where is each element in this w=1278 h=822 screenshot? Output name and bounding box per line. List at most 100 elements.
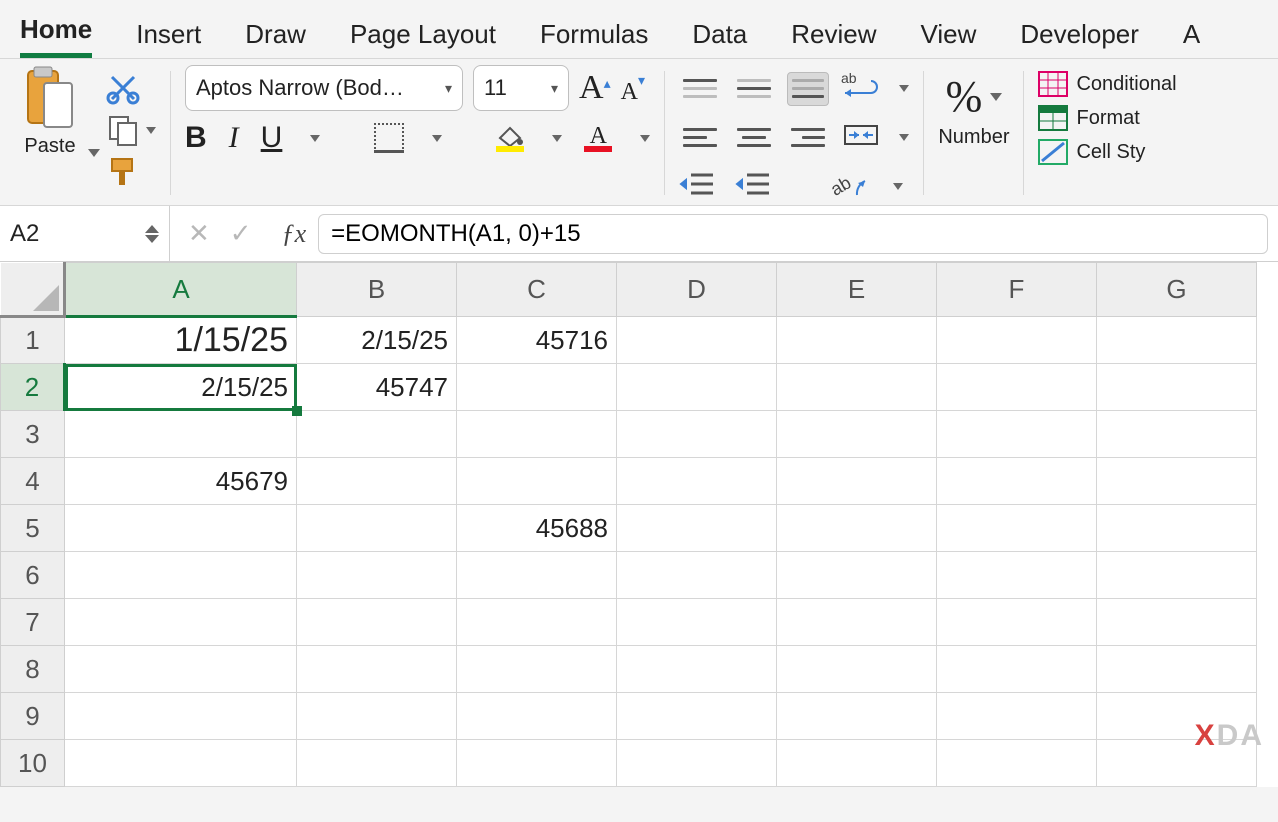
cell-E7[interactable] <box>777 599 937 646</box>
column-header-D[interactable]: D <box>617 263 777 317</box>
cell-G5[interactable] <box>1097 505 1257 552</box>
merge-dropdown-icon[interactable] <box>899 134 909 141</box>
cell-F10[interactable] <box>937 740 1097 787</box>
cell-C5[interactable]: 45688 <box>457 505 617 552</box>
cell-A4[interactable]: 45679 <box>65 458 297 505</box>
cell-B3[interactable] <box>297 411 457 458</box>
name-box-spinner[interactable] <box>145 225 159 243</box>
tab-addins-cut[interactable]: A <box>1183 19 1200 58</box>
tab-insert[interactable]: Insert <box>136 19 201 58</box>
name-box[interactable]: A2 <box>0 206 170 261</box>
underline-button[interactable]: U <box>261 121 283 155</box>
font-size-dropdown[interactable]: 11▾ <box>473 65 569 111</box>
conditional-formatting-button[interactable]: Conditional <box>1038 71 1176 97</box>
cell-E10[interactable] <box>777 740 937 787</box>
orientation-dropdown-icon[interactable] <box>893 183 903 190</box>
cell-A3[interactable] <box>65 411 297 458</box>
row-header-4[interactable]: 4 <box>1 458 65 505</box>
number-format-icon[interactable]: % <box>946 71 979 122</box>
row-header-2[interactable]: 2 <box>1 364 65 411</box>
accept-formula-button[interactable]: ✓ <box>230 218 252 249</box>
orientation-button[interactable]: ab <box>829 167 869 206</box>
cell-B9[interactable] <box>297 693 457 740</box>
cell-B6[interactable] <box>297 552 457 599</box>
cell-styles-button[interactable]: Cell Sty <box>1038 139 1145 165</box>
align-middle-button[interactable] <box>733 72 775 106</box>
row-header-3[interactable]: 3 <box>1 411 65 458</box>
wrap-text-button[interactable]: ab <box>841 69 881 108</box>
cell-F7[interactable] <box>937 599 1097 646</box>
cell-D5[interactable] <box>617 505 777 552</box>
cell-E4[interactable] <box>777 458 937 505</box>
cell-E5[interactable] <box>777 505 937 552</box>
number-format-dropdown-icon[interactable] <box>990 93 1002 101</box>
paste-dropdown-icon[interactable] <box>88 149 100 157</box>
cell-G2[interactable] <box>1097 364 1257 411</box>
cell-E2[interactable] <box>777 364 937 411</box>
decrease-indent-button[interactable] <box>679 169 717 204</box>
row-header-9[interactable]: 9 <box>1 693 65 740</box>
underline-dropdown-icon[interactable] <box>310 135 320 142</box>
cell-D6[interactable] <box>617 552 777 599</box>
cell-G3[interactable] <box>1097 411 1257 458</box>
formula-input[interactable] <box>318 214 1268 254</box>
cell-F5[interactable] <box>937 505 1097 552</box>
cancel-formula-button[interactable]: ✕ <box>188 218 210 249</box>
row-header-10[interactable]: 10 <box>1 740 65 787</box>
cell-F9[interactable] <box>937 693 1097 740</box>
cell-C7[interactable] <box>457 599 617 646</box>
cell-C8[interactable] <box>457 646 617 693</box>
cell-F3[interactable] <box>937 411 1097 458</box>
column-header-B[interactable]: B <box>297 263 457 317</box>
row-header-8[interactable]: 8 <box>1 646 65 693</box>
column-header-A[interactable]: A <box>65 263 297 317</box>
column-header-E[interactable]: E <box>777 263 937 317</box>
cell-F6[interactable] <box>937 552 1097 599</box>
merge-center-button[interactable] <box>841 118 881 157</box>
grow-font-button[interactable]: A▴ <box>579 71 611 105</box>
cell-E6[interactable] <box>777 552 937 599</box>
cell-E3[interactable] <box>777 411 937 458</box>
tab-home[interactable]: Home <box>20 14 92 58</box>
cell-A8[interactable] <box>65 646 297 693</box>
align-center-button[interactable] <box>733 121 775 155</box>
wrap-dropdown-icon[interactable] <box>899 85 909 92</box>
cell-D2[interactable] <box>617 364 777 411</box>
cell-B2[interactable]: 45747 <box>297 364 457 411</box>
cell-D1[interactable] <box>617 317 777 364</box>
borders-button[interactable] <box>374 123 404 153</box>
row-header-5[interactable]: 5 <box>1 505 65 552</box>
row-header-1[interactable]: 1 <box>1 317 65 364</box>
cut-button[interactable] <box>106 71 156 105</box>
cell-B5[interactable] <box>297 505 457 552</box>
cell-E1[interactable] <box>777 317 937 364</box>
cell-A7[interactable] <box>65 599 297 646</box>
cell-C4[interactable] <box>457 458 617 505</box>
cell-G8[interactable] <box>1097 646 1257 693</box>
cell-F2[interactable] <box>937 364 1097 411</box>
row-header-7[interactable]: 7 <box>1 599 65 646</box>
cell-D10[interactable] <box>617 740 777 787</box>
cell-B10[interactable] <box>297 740 457 787</box>
cell-E8[interactable] <box>777 646 937 693</box>
bold-button[interactable]: B <box>185 121 207 155</box>
cell-B1[interactable]: 2/15/25 <box>297 317 457 364</box>
copy-button[interactable] <box>106 113 156 147</box>
tab-review[interactable]: Review <box>791 19 876 58</box>
font-color-dropdown-icon[interactable] <box>640 135 650 142</box>
cell-A5[interactable] <box>65 505 297 552</box>
cell-A1[interactable]: 1/15/25 <box>65 317 297 364</box>
cell-C3[interactable] <box>457 411 617 458</box>
cell-A10[interactable] <box>65 740 297 787</box>
tab-formulas[interactable]: Formulas <box>540 19 648 58</box>
column-header-G[interactable]: G <box>1097 263 1257 317</box>
cell-B4[interactable] <box>297 458 457 505</box>
cell-D4[interactable] <box>617 458 777 505</box>
cell-C1[interactable]: 45716 <box>457 317 617 364</box>
select-all-corner[interactable] <box>1 263 65 317</box>
cell-B7[interactable] <box>297 599 457 646</box>
cell-A6[interactable] <box>65 552 297 599</box>
tab-page-layout[interactable]: Page Layout <box>350 19 496 58</box>
cell-C10[interactable] <box>457 740 617 787</box>
shrink-font-button[interactable]: A▾ <box>621 76 645 100</box>
